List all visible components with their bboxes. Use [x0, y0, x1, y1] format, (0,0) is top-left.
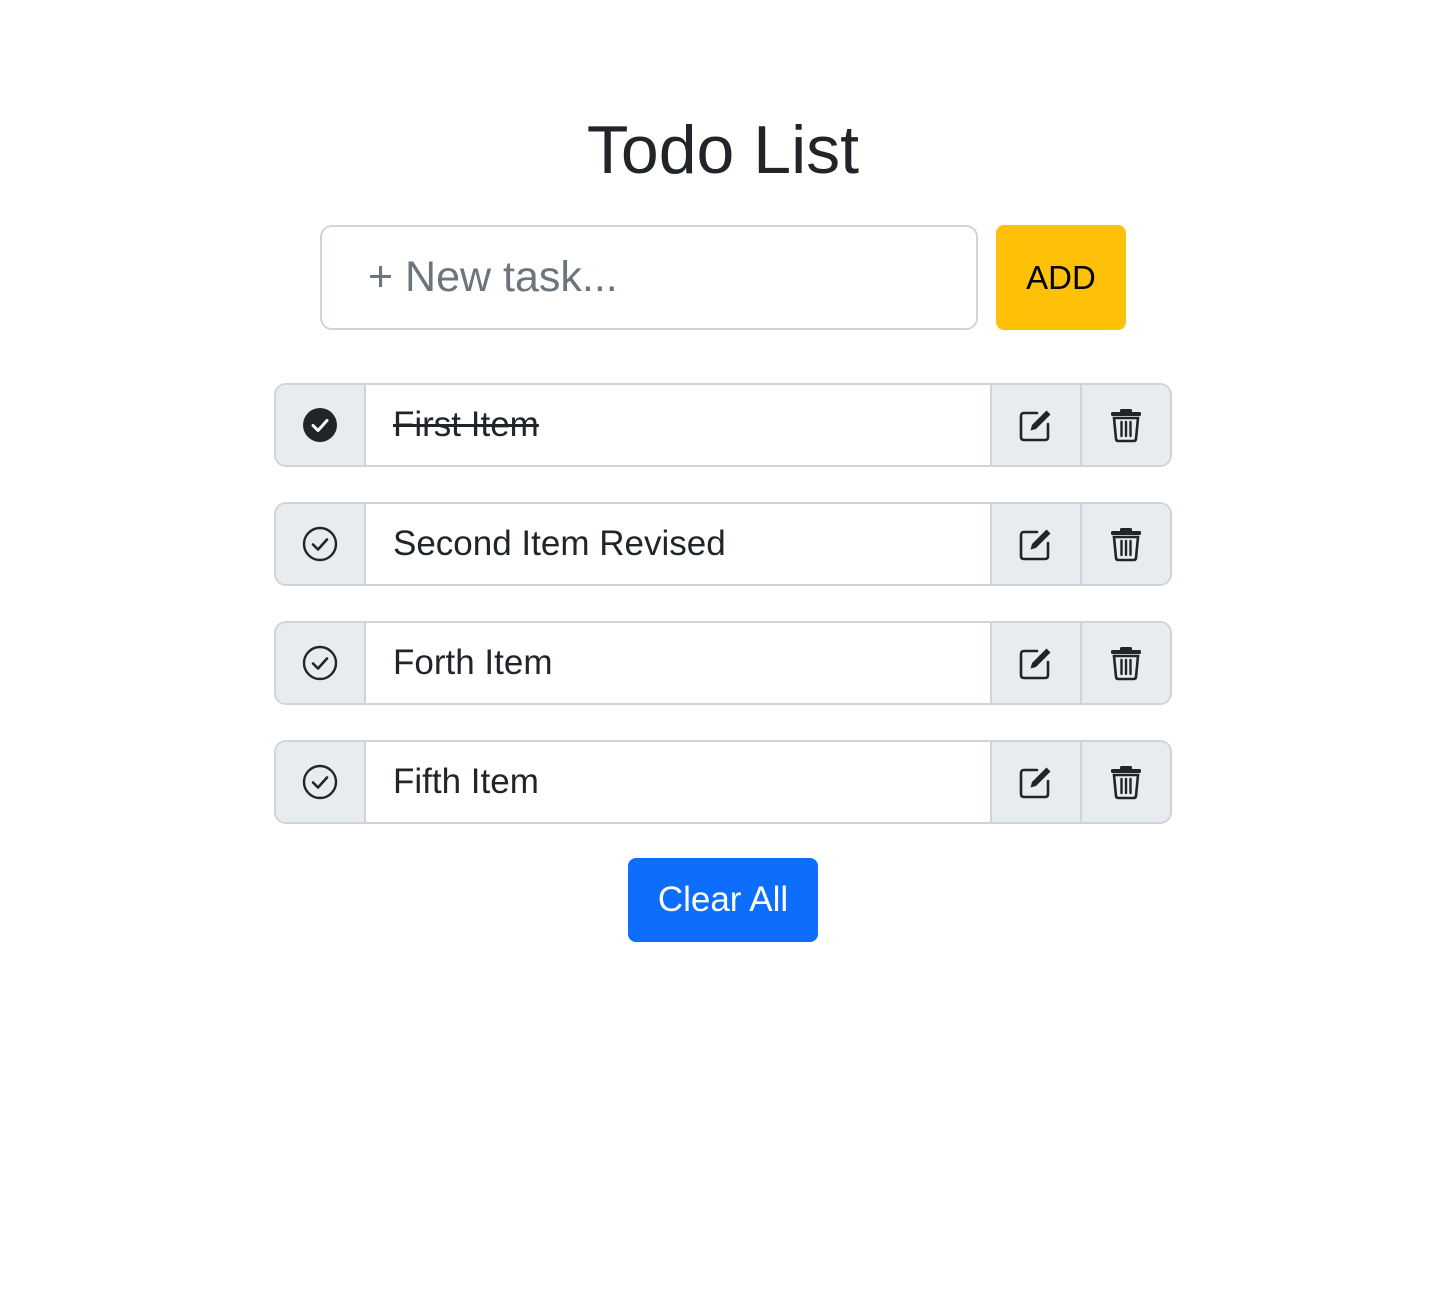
edit-button[interactable] — [990, 623, 1080, 703]
todo-list: First Item Second Item Revised Forth Ite… — [274, 383, 1172, 859]
trash-icon — [1109, 645, 1143, 681]
check-circle-outline-icon — [302, 526, 338, 562]
edit-icon — [1018, 407, 1054, 443]
check-circle-filled-icon — [302, 407, 338, 443]
add-task-form: ADD — [320, 225, 1126, 330]
todo-item-text: Second Item Revised — [393, 524, 726, 563]
todo-item-text: Forth Item — [393, 643, 553, 682]
edit-icon — [1018, 526, 1054, 562]
todo-item-text: Fifth Item — [393, 762, 539, 801]
todo-item: Fifth Item — [274, 740, 1172, 824]
delete-button[interactable] — [1080, 504, 1170, 584]
edit-button[interactable] — [990, 385, 1080, 465]
todo-item: Second Item Revised — [274, 502, 1172, 586]
trash-icon — [1109, 526, 1143, 562]
toggle-complete-button[interactable] — [276, 504, 366, 584]
trash-icon — [1109, 764, 1143, 800]
check-circle-outline-icon — [302, 764, 338, 800]
edit-button[interactable] — [990, 504, 1080, 584]
delete-button[interactable] — [1080, 623, 1170, 703]
delete-button[interactable] — [1080, 742, 1170, 822]
edit-icon — [1018, 645, 1054, 681]
edit-button[interactable] — [990, 742, 1080, 822]
delete-button[interactable] — [1080, 385, 1170, 465]
add-button[interactable]: ADD — [996, 225, 1126, 330]
todo-item: First Item — [274, 383, 1172, 467]
new-task-input[interactable] — [320, 225, 978, 330]
todo-item: Forth Item — [274, 621, 1172, 705]
page-title: Todo List — [586, 112, 860, 188]
toggle-complete-button[interactable] — [276, 623, 366, 703]
toggle-complete-button[interactable] — [276, 385, 366, 465]
check-circle-outline-icon — [302, 645, 338, 681]
toggle-complete-button[interactable] — [276, 742, 366, 822]
trash-icon — [1109, 407, 1143, 443]
edit-icon — [1018, 764, 1054, 800]
todo-app: Todo List ADD First Item — [0, 0, 1446, 1300]
todo-item-text: First Item — [393, 405, 539, 444]
clear-all-button[interactable]: Clear All — [628, 858, 818, 942]
